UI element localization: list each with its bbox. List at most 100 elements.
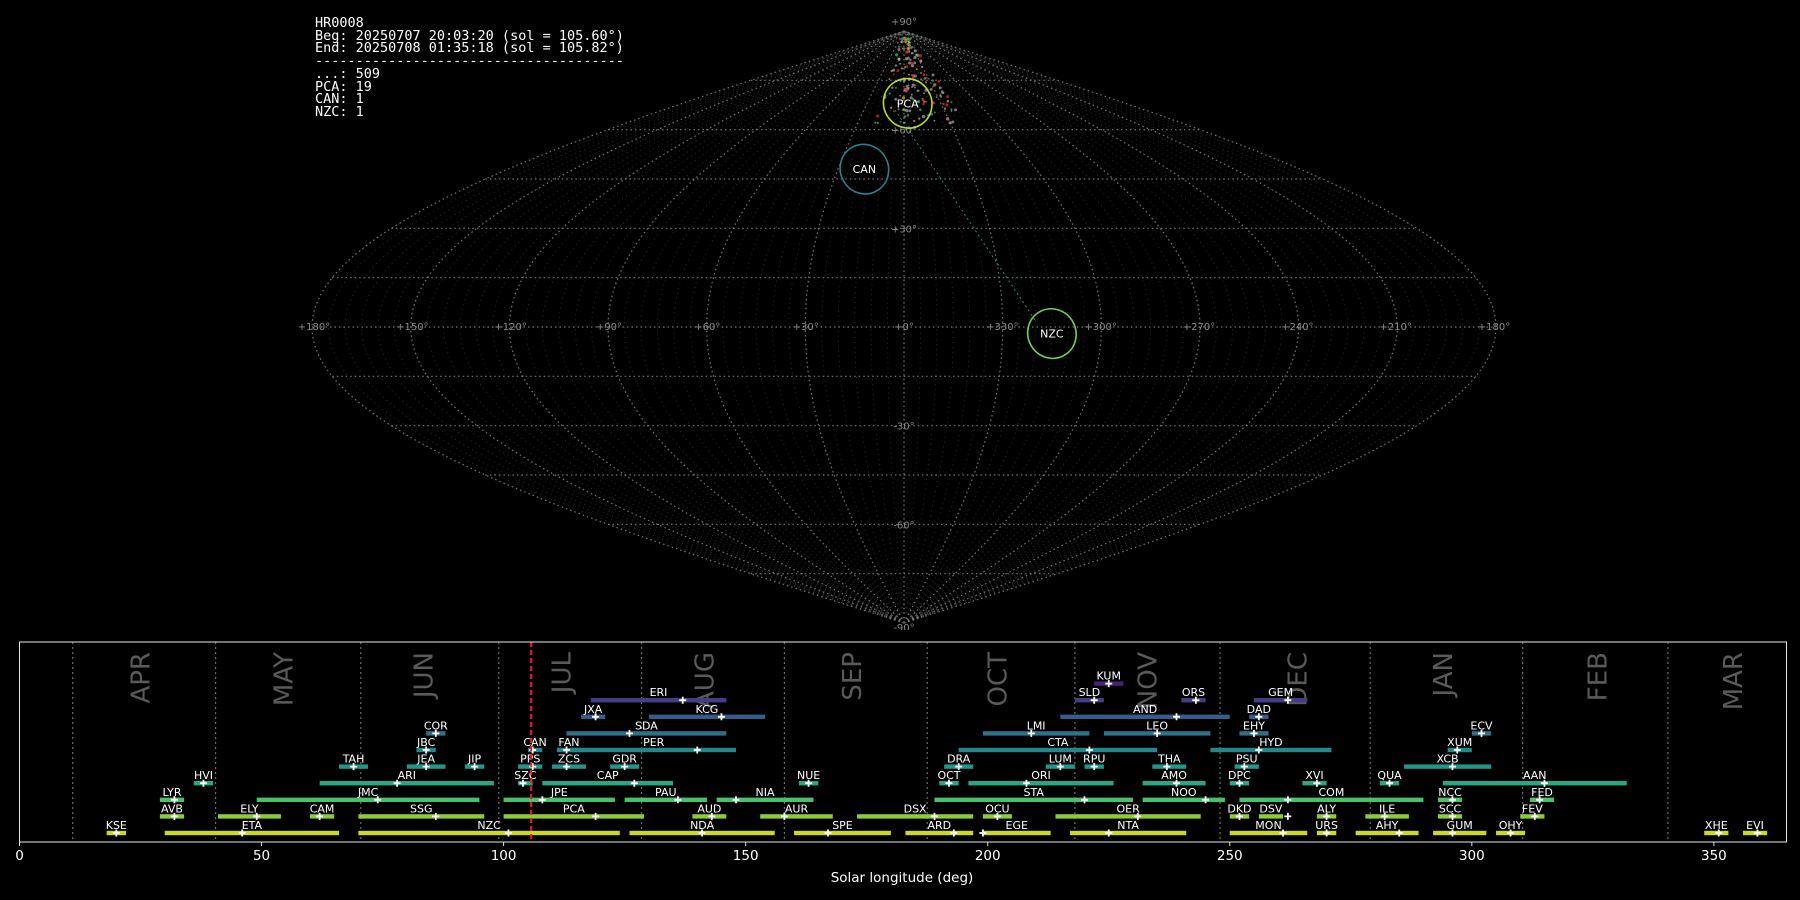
- shower-peak-marker: [950, 829, 958, 837]
- shower-label: SCC: [1439, 802, 1462, 815]
- shower-label: SZC: [514, 769, 537, 782]
- shower-lum: LUM: [1045, 753, 1075, 771]
- meteor-dot: [935, 96, 938, 99]
- shower-label: EGE: [1006, 819, 1028, 832]
- meteor-dot: [894, 64, 898, 67]
- meteor-dot: [876, 121, 879, 125]
- lat-tick-label: +90°: [891, 17, 917, 28]
- month-label: JUL: [548, 651, 578, 695]
- meteor-dot: [951, 120, 955, 124]
- lon-tick-label: +330°: [986, 322, 1018, 333]
- shower-peak-marker: [824, 829, 832, 837]
- meteor-dot: [948, 121, 952, 125]
- shower-label: OER: [1116, 802, 1140, 815]
- shower-label: XCB: [1437, 753, 1459, 766]
- meteor-dot: [908, 73, 910, 76]
- shower-label: DPC: [1228, 769, 1251, 782]
- shower-label: NZC: [477, 819, 501, 832]
- meteor-dot: [922, 73, 926, 77]
- lon-tick-label: +270°: [1183, 322, 1215, 333]
- meteor-dot: [888, 78, 891, 81]
- shower-ahy: AHY: [1355, 819, 1419, 837]
- month-label: JUN: [410, 652, 440, 700]
- meteor-dot: [945, 103, 949, 107]
- shower-label: ARD: [927, 819, 951, 832]
- meteor-dot: [943, 107, 947, 110]
- shower-szc: SZC: [514, 769, 537, 787]
- shower-dpc: DPC: [1228, 769, 1251, 787]
- shower-label: AHY: [1376, 819, 1399, 832]
- shower-xvi: XVI: [1302, 769, 1327, 787]
- month-label: MAR: [1719, 652, 1749, 710]
- shower-pca: PCA: [503, 802, 645, 820]
- meteor-dot: [900, 67, 904, 70]
- meteor-dot: [892, 73, 895, 76]
- shower-nta: NTA: [1070, 819, 1187, 837]
- shower-label: OCT: [937, 769, 960, 782]
- shower-label: SLD: [1079, 686, 1101, 699]
- meteor-dot: [946, 99, 950, 103]
- x-tick-label: 0: [15, 848, 24, 864]
- shower-label: DSX: [904, 802, 927, 815]
- shower-label: PCA: [563, 802, 585, 815]
- meteor-dot: [925, 100, 928, 103]
- shower-peak-marker: [1081, 796, 1089, 804]
- shower-nue: NUE: [797, 769, 820, 787]
- shower-dra: DRA: [944, 753, 974, 771]
- shower-label: XHE: [1705, 819, 1728, 832]
- shower-ari: ARI: [319, 769, 494, 787]
- meteor-dot: [896, 69, 900, 72]
- shower-aud: AUD: [692, 802, 727, 820]
- shower-label: STA: [1024, 786, 1045, 799]
- shower-label: FEV: [1522, 802, 1543, 815]
- shower-label: NDA: [690, 819, 715, 832]
- shower-label: DRA: [947, 753, 971, 766]
- meteor-dot: [913, 61, 917, 65]
- shower-label: ZCS: [558, 753, 580, 766]
- shower-peak-marker: [1105, 829, 1113, 837]
- meteor-dot: [918, 117, 921, 120]
- shower-can: CAN: [523, 736, 547, 754]
- lon-tick-label: +180°: [298, 322, 330, 333]
- shower-label: AND: [1133, 703, 1157, 716]
- shower-peak-marker: [979, 829, 987, 837]
- sky-map: +180° +150° +120° +90° +60° +30° +0° +330° +300°…: [298, 17, 1510, 630]
- shower-label: CTA: [1047, 736, 1069, 749]
- shower-label: KSE: [106, 819, 127, 832]
- shower-label: CAN: [523, 736, 546, 749]
- shower-ocu: OCU: [982, 802, 1012, 820]
- shower-label: LMI: [1027, 719, 1046, 732]
- meteor-dot: [905, 84, 909, 88]
- shower-tah: TAH: [339, 753, 369, 771]
- shower-label: CAM: [310, 802, 335, 815]
- shower-nia: NIA: [716, 786, 814, 804]
- lat-tick-label: +30°: [891, 224, 917, 235]
- shower-label: COM: [1319, 786, 1345, 799]
- shower-label: OCU: [985, 802, 1009, 815]
- month-label: APR: [127, 652, 157, 704]
- shower-cta: CTA: [958, 736, 1158, 754]
- shower-peak-marker: [693, 746, 701, 754]
- shower-label: NOO: [1171, 786, 1197, 799]
- meteor-dot: [899, 94, 902, 97]
- meteor-dot: [942, 91, 945, 95]
- meteor-dot: [876, 114, 880, 118]
- meteor-dot: [904, 66, 907, 69]
- meteor-dot: [910, 61, 914, 65]
- shower-label: AVB: [161, 802, 183, 815]
- observation-summary: HR0008 Beg: 20250707 20:03:20 (sol = 105…: [315, 16, 624, 118]
- radiant-label: NZC: [1040, 328, 1064, 341]
- meteor-dot: [908, 38, 912, 41]
- shower-jea: JEA: [406, 753, 446, 771]
- shower-label: THA: [1157, 753, 1181, 766]
- shower-label: HYD: [1259, 736, 1282, 749]
- shower-zcs: ZCS: [552, 753, 586, 771]
- shower-spe: SPE: [794, 819, 891, 837]
- meteor-dot: [899, 120, 902, 123]
- radiant-label: CAN: [853, 163, 876, 176]
- meteor-dot: [897, 57, 901, 61]
- shower-kcg: KCG: [648, 703, 766, 721]
- meteor-dot: [923, 92, 926, 95]
- meteor-dot: [950, 101, 953, 104]
- shower-label: ELY: [240, 802, 259, 815]
